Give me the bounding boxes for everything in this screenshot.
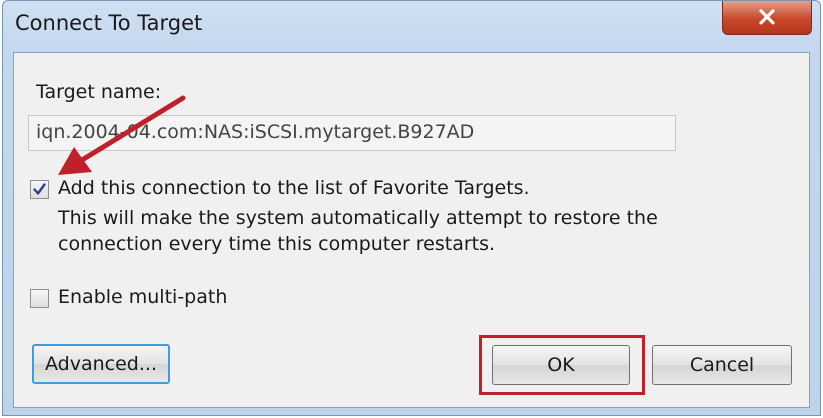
favorites-description-line-1: This will make the system automatically …: [58, 207, 658, 229]
favorites-label[interactable]: Add this connection to the list of Favor…: [58, 177, 530, 199]
close-icon: [759, 8, 775, 24]
target-name-field[interactable]: iqn.2004-04.com:NAS:iSCSI.mytarget.B927A…: [28, 115, 676, 151]
advanced-button[interactable]: Advanced...: [32, 344, 170, 384]
favorites-checkbox[interactable]: [30, 180, 49, 199]
window-title: Connect To Target: [15, 11, 203, 35]
title-bar[interactable]: Connect To Target: [3, 1, 820, 51]
target-name-label: Target name:: [36, 81, 162, 103]
multipath-label[interactable]: Enable multi-path: [58, 286, 227, 308]
cancel-button[interactable]: Cancel: [652, 345, 792, 385]
close-button[interactable]: [722, 1, 812, 35]
multipath-checkbox[interactable]: [30, 289, 49, 308]
check-icon: [33, 183, 46, 195]
dialog-window: Connect To Target Target name: iqn.2004-…: [2, 0, 821, 416]
dialog-content: Target name: iqn.2004-04.com:NAS:iSCSI.m…: [13, 52, 810, 408]
favorites-description-line-2: connection every time this computer rest…: [58, 233, 496, 255]
ok-button[interactable]: OK: [492, 345, 630, 385]
